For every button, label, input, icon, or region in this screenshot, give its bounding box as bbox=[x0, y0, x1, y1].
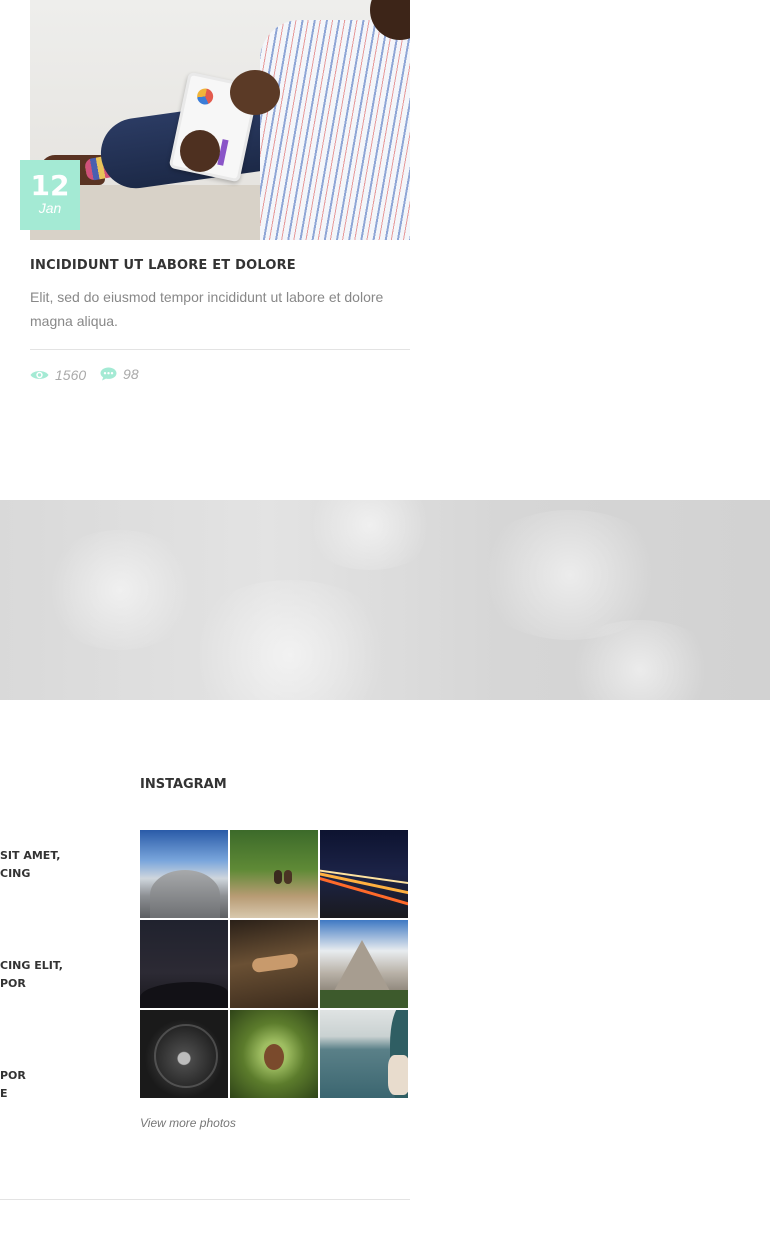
eye-icon bbox=[30, 371, 49, 379]
post-meta: 1560 98 bbox=[30, 366, 149, 386]
divider bbox=[30, 349, 410, 350]
instagram-photo-pine-cone-branch[interactable] bbox=[230, 1010, 318, 1098]
post-title[interactable]: INCIDIDUNT UT LABORE ET DOLORE bbox=[30, 258, 296, 273]
post-excerpt: Elit, sed do eiusmod tempor incididunt u… bbox=[30, 289, 384, 329]
instagram-title: INSTAGRAM bbox=[140, 777, 227, 792]
background-banner bbox=[0, 500, 770, 700]
photo-shirt bbox=[260, 20, 410, 240]
photo-hand-left bbox=[180, 130, 220, 172]
views-counter: 1560 bbox=[30, 367, 86, 383]
recent-post-3[interactable]: POR E bbox=[0, 1067, 26, 1103]
instagram-photo-snowy-mountain-dome[interactable] bbox=[140, 830, 228, 918]
instagram-photo-rocky-alpine-peaks[interactable] bbox=[320, 920, 408, 1008]
instagram-photo-blurred-figure-on-wood[interactable] bbox=[230, 920, 318, 1008]
instagram-photo-starry-night-sky[interactable] bbox=[140, 920, 228, 1008]
date-badge: 12 Jan bbox=[20, 160, 80, 230]
date-month: Jan bbox=[38, 200, 62, 216]
instagram-photo-sea-and-woman-hair[interactable] bbox=[320, 1010, 408, 1098]
comments-count: 98 bbox=[123, 366, 139, 382]
post-image[interactable] bbox=[30, 0, 410, 240]
instagram-photo-night-highway-light-trails[interactable] bbox=[320, 830, 408, 918]
instagram-photo-couple-on-cliff[interactable] bbox=[230, 830, 318, 918]
comments-counter[interactable]: 98 bbox=[100, 366, 139, 382]
footer-divider bbox=[0, 1199, 410, 1200]
views-count: 1560 bbox=[55, 367, 87, 383]
instagram-photo-dark-tunnel[interactable] bbox=[140, 1010, 228, 1098]
recent-post-1[interactable]: SIT AMET, CING bbox=[0, 847, 60, 883]
instagram-grid bbox=[140, 830, 410, 1100]
view-more-photos-link[interactable]: View more photos bbox=[140, 1116, 236, 1130]
photo-hand bbox=[230, 70, 280, 115]
recent-post-2[interactable]: CING ELIT, POR bbox=[0, 957, 63, 993]
comment-icon bbox=[100, 367, 117, 381]
date-day: 12 bbox=[30, 169, 70, 202]
